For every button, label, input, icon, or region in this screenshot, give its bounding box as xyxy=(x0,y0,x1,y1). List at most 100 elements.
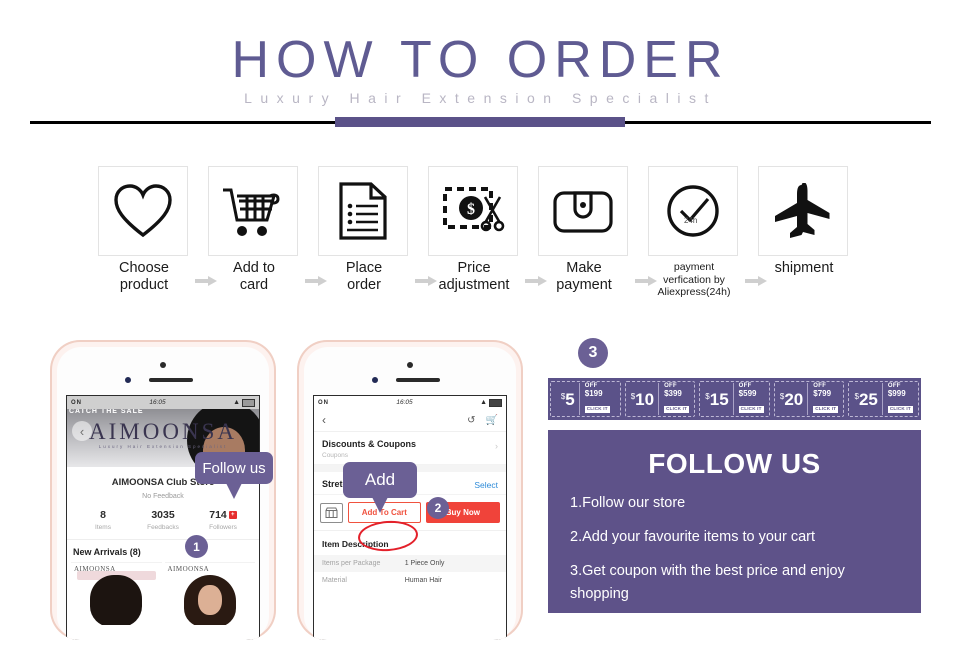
product-grid: AIMOONSA AIMOONSA xyxy=(67,562,259,625)
description-value: Human Hair xyxy=(404,577,443,584)
follow-us-title: FOLLOW US xyxy=(648,448,821,479)
step-icon-box xyxy=(98,166,188,256)
step-place-order: Place order xyxy=(318,166,410,294)
step-label: Make payment xyxy=(556,260,612,294)
coupon-amount: $10 xyxy=(631,391,654,408)
stat-label: Feedbacks xyxy=(147,524,179,531)
store-icon[interactable] xyxy=(320,502,343,523)
earpiece-speaker xyxy=(149,378,193,382)
coupon-5[interactable]: $5 OFF $199 CLICK IT xyxy=(550,381,621,417)
stat-label: Followers xyxy=(209,524,237,531)
cart-icon[interactable]: 🛒 xyxy=(486,415,498,426)
page-subtitle: Luxury Hair Extension Specialist xyxy=(244,90,717,106)
status-icons: ▲ xyxy=(233,398,255,407)
status-carrier: ON xyxy=(318,399,329,406)
steps-row: Choose product Add to card Place order $… xyxy=(98,166,922,299)
sale-tag: CATCH THE SALE xyxy=(69,409,144,415)
coupon-cta[interactable]: CLICK IT xyxy=(813,405,839,413)
step-icon-box: 24h xyxy=(648,166,738,256)
follow-us-step-2: 2.Add your favourite items to your cart xyxy=(570,529,815,546)
step-icon-box xyxy=(538,166,628,256)
amount-value: 20 xyxy=(784,389,804,409)
stat-value: 714 + xyxy=(193,509,253,521)
proximity-sensor-icon xyxy=(371,377,378,383)
amount-value: 25 xyxy=(858,389,878,409)
step-shipment: shipment xyxy=(758,166,850,277)
follow-us-step-1: 1.Follow our store xyxy=(570,495,686,511)
coupon-cta[interactable]: CLICK IT xyxy=(738,405,764,413)
coupon-min-spend: $599 xyxy=(738,388,757,398)
coupon-20[interactable]: $20 OFF $799 CLICK IT xyxy=(773,381,845,417)
front-camera-icon xyxy=(160,362,166,368)
cart-icon xyxy=(223,188,280,236)
step-add-to-card: Add to card xyxy=(208,166,300,294)
coupon-detail: OFF $199 CLICK IT xyxy=(578,383,610,415)
nav-actions: ↺ 🛒 xyxy=(467,415,498,426)
step-label: Price adjustment xyxy=(438,260,510,294)
badge-number: 2 xyxy=(434,501,442,515)
step-badge-2: 2 xyxy=(427,497,449,519)
row-subtitle: Coupons xyxy=(322,452,349,459)
stat-feedbacks[interactable]: 3035 Feedbacks xyxy=(133,509,193,531)
step-choose-product: Choose product xyxy=(98,166,190,294)
heart-icon xyxy=(114,184,172,238)
svg-text:$: $ xyxy=(467,201,475,218)
badge-number: 3 xyxy=(588,344,598,361)
coupon-amount: $25 xyxy=(854,391,877,408)
step-label: payment verfication by Aliexpress(24h) xyxy=(657,261,731,299)
step-icon-box xyxy=(758,166,848,256)
follow-us-step-3: 3.Get coupon with the best price and enj… xyxy=(570,563,845,580)
store-logo: AIMOONSA xyxy=(89,419,237,444)
stat-followers[interactable]: 714 + Followers xyxy=(193,509,253,531)
coupon-bar: $5 OFF $199 CLICK IT $10 OFF $399 CLICK … xyxy=(548,378,921,420)
page-title: HOW TO ORDER xyxy=(231,31,730,89)
status-bar: ON 16:05 ▲ xyxy=(67,396,259,409)
battery-icon xyxy=(489,398,502,407)
stat-number: 714 xyxy=(209,509,227,521)
detail-nav-bar: ‹ ↺ 🛒 xyxy=(314,409,506,432)
coupon-min-spend: $799 xyxy=(813,388,832,398)
coupon-15[interactable]: $15 OFF $599 CLICK IT xyxy=(699,381,770,417)
step-badge-1: 1 xyxy=(185,535,208,558)
coupon-detail: OFF $399 CLICK IT xyxy=(658,383,690,415)
description-key: Material xyxy=(322,577,347,584)
description-key: Items per Package xyxy=(322,560,381,567)
step-payment-verification: 24h payment verfication by Aliexpress(24… xyxy=(648,166,740,299)
follow-us-step-3-cont: shopping xyxy=(570,586,629,603)
earpiece-speaker xyxy=(396,378,440,382)
row-title: Discounts & Coupons xyxy=(322,439,416,449)
product-card[interactable]: AIMOONSA xyxy=(164,562,255,625)
select-link[interactable]: Select xyxy=(474,480,498,490)
follow-us-callout-bubble: Follow us xyxy=(195,452,273,499)
store-logo-tagline: Luxury Hair Extension Specialist xyxy=(98,444,228,449)
row-discounts-coupons[interactable]: Discounts & Coupons Coupons › xyxy=(314,432,506,465)
step-icon-box: $ xyxy=(428,166,518,256)
coupon-amount: $5 xyxy=(561,391,575,408)
coupon-detail: OFF $599 CLICK IT xyxy=(732,383,764,415)
coupon-10[interactable]: $10 OFF $399 CLICK IT xyxy=(624,381,696,417)
amount-value: 5 xyxy=(565,389,575,409)
step-icon-box xyxy=(318,166,408,256)
coupon-25[interactable]: $25 OFF $999 CLICK IT xyxy=(848,381,919,417)
front-camera-icon xyxy=(407,362,413,368)
phone2-screen: ON 16:05 ▲ ‹ ↺ 🛒 Discounts & Coupons Cou… xyxy=(314,396,506,640)
step-badge-3: 3 xyxy=(578,338,608,368)
back-chevron-icon[interactable]: ‹ xyxy=(322,413,326,427)
stat-label: Items xyxy=(95,524,111,531)
clock-check-24h-icon: 24h xyxy=(667,185,719,237)
coupon-cta[interactable]: CLICK IT xyxy=(887,405,913,413)
stat-value: 8 xyxy=(100,509,106,521)
coupon-cta[interactable]: CLICK IT xyxy=(664,405,690,413)
step-label: shipment xyxy=(774,260,834,276)
stat-items[interactable]: 8 Items xyxy=(73,509,133,531)
coupon-cta[interactable]: CLICK IT xyxy=(584,405,610,413)
battery-icon xyxy=(242,398,255,407)
badge-number: 1 xyxy=(193,539,200,554)
status-time: 16:05 xyxy=(149,399,166,406)
coupon-detail: OFF $799 CLICK IT xyxy=(807,383,839,415)
product-card[interactable]: AIMOONSA xyxy=(71,562,162,625)
step-price-adjustment: $ Price adjustment xyxy=(428,166,520,294)
status-carrier: ON xyxy=(71,399,82,406)
share-icon[interactable]: ↺ xyxy=(467,415,475,426)
callout-text: Add xyxy=(364,470,396,489)
